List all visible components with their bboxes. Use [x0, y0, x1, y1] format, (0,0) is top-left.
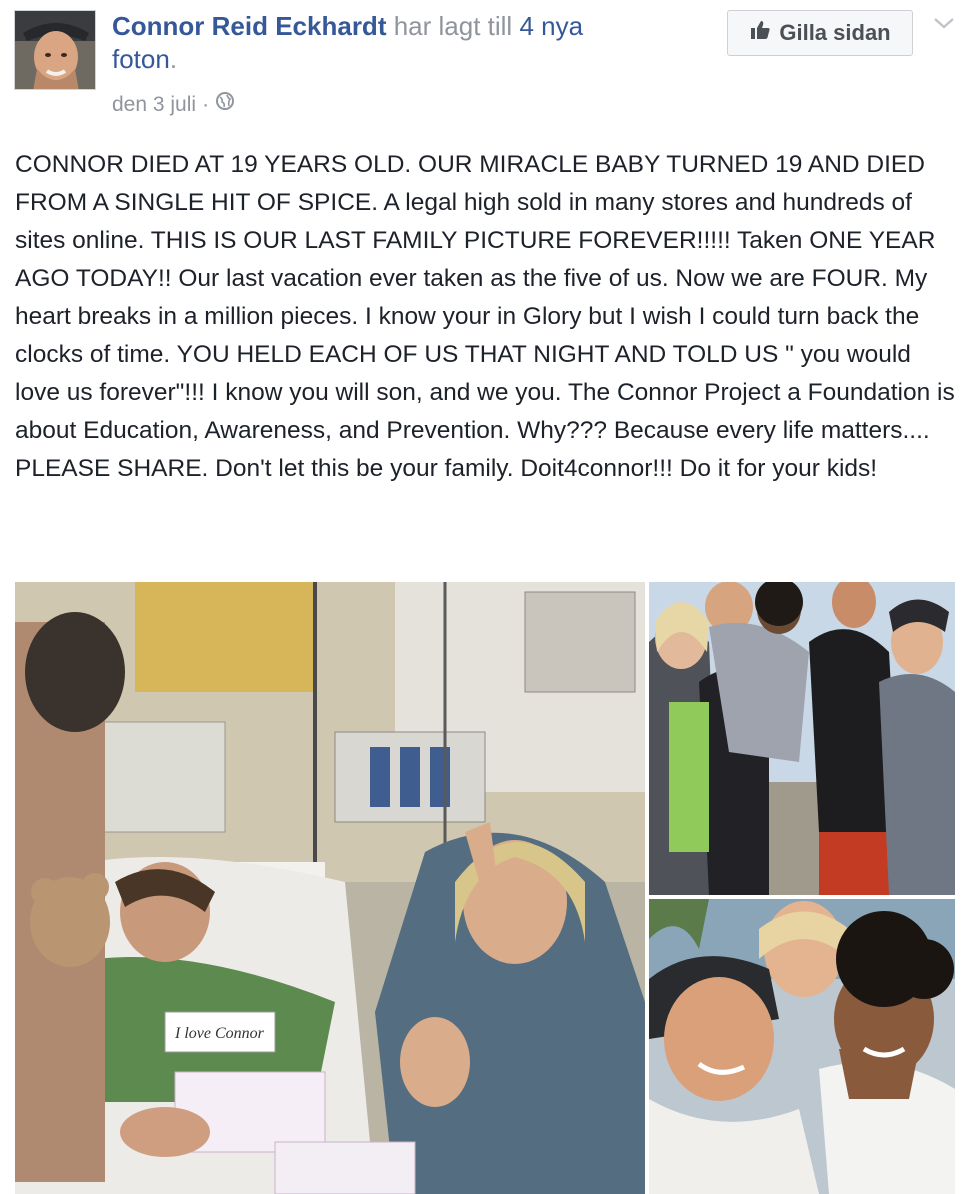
post-header: Connor Reid Eckhardt har lagt till 4 nya… — [112, 10, 652, 76]
photo-siblings[interactable] — [649, 899, 955, 1194]
author-name-link[interactable]: Connor Reid Eckhardt — [112, 11, 386, 41]
post-meta: den 3 juli · — [112, 90, 235, 120]
action-text: har lagt till — [386, 11, 520, 41]
avatar-photo — [15, 11, 95, 89]
period: . — [169, 44, 178, 74]
post-date-link[interactable]: den 3 juli — [112, 90, 196, 120]
post-body-text: CONNOR DIED AT 19 YEARS OLD. OUR MIRACLE… — [15, 151, 962, 482]
thumbs-up-icon — [749, 19, 771, 47]
photo-hospital[interactable]: I love Connor — [15, 582, 645, 1194]
globe-icon[interactable] — [215, 90, 235, 120]
chevron-down-icon[interactable] — [932, 14, 956, 32]
like-page-label: Gilla sidan — [779, 20, 891, 45]
note-card-text: I love Connor — [174, 1025, 265, 1042]
photo-family-group[interactable] — [649, 582, 955, 895]
like-page-button[interactable]: Gilla sidan — [727, 10, 913, 56]
avatar[interactable] — [14, 10, 96, 90]
meta-separator: · — [202, 93, 210, 116]
